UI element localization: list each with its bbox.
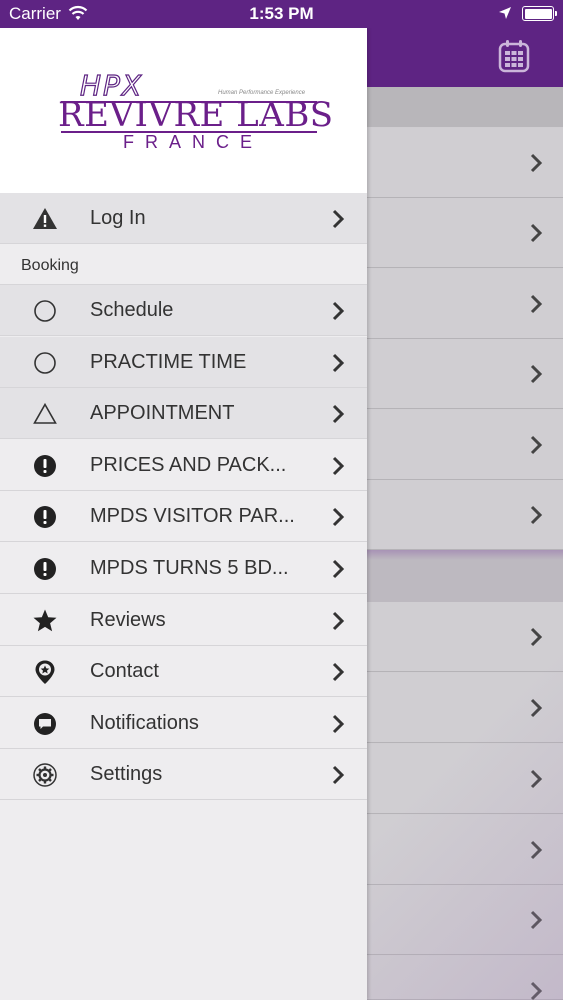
- gear-icon: [33, 763, 57, 787]
- menu-item-label: Notifications: [90, 712, 199, 734]
- chevron-right-icon: [332, 301, 345, 321]
- main-section-header: [367, 550, 563, 602]
- chevron-right-icon: [332, 714, 345, 734]
- menu-item-appointment[interactable]: APPOINTMENT: [0, 388, 367, 439]
- chevron-right-icon: [530, 698, 543, 718]
- chevron-right-icon: [332, 404, 345, 424]
- chevron-right-icon: [332, 209, 345, 229]
- menu-item-label: Log In: [90, 207, 146, 229]
- menu-item-label: Settings: [90, 763, 163, 785]
- chevron-right-icon: [530, 223, 543, 243]
- warning-triangle-icon: [33, 208, 57, 229]
- chevron-right-icon: [530, 627, 543, 647]
- exclamation-circle-icon: [34, 455, 56, 477]
- main-list-row[interactable]: [367, 885, 563, 955]
- chevron-right-icon: [332, 507, 345, 527]
- chevron-right-icon: [530, 840, 543, 860]
- chevron-right-icon: [530, 769, 543, 789]
- menu-item-mpds-visitor-party[interactable]: MPDS VISITOR PAR...: [0, 491, 367, 542]
- speech-bubble-icon: [34, 713, 56, 735]
- main-list-row[interactable]: [367, 744, 563, 814]
- menu-item-notifications[interactable]: Notifications: [0, 698, 367, 749]
- chevron-right-icon: [332, 765, 345, 785]
- main-list-row[interactable]: [367, 198, 563, 268]
- menu-item-label: APPOINTMENT: [90, 402, 235, 424]
- menu-item-mpds-turns-5[interactable]: MPDS TURNS 5 BD...: [0, 543, 367, 594]
- brand-logo: HPX Human Performance Experience REVIVRE…: [58, 71, 334, 157]
- menu-item-label: MPDS TURNS 5 BD...: [90, 557, 289, 579]
- calendar-icon[interactable]: [498, 39, 530, 73]
- menu-item-label: PRICES AND PACK...: [90, 454, 287, 476]
- chevron-right-icon: [530, 364, 543, 384]
- battery-full-icon: [522, 6, 557, 21]
- chevron-right-icon: [332, 662, 345, 682]
- main-list-row[interactable]: [367, 815, 563, 885]
- menu-item-reviews[interactable]: Reviews: [0, 595, 367, 646]
- chevron-right-icon: [332, 353, 345, 373]
- chevron-right-icon: [332, 559, 345, 579]
- main-list-row[interactable]: [367, 956, 563, 1000]
- main-list-row[interactable]: [367, 410, 563, 480]
- chevron-right-icon: [332, 611, 345, 631]
- menu-item-label: Reviews: [90, 609, 166, 631]
- logo-brand: REVIVRE LABS: [58, 95, 334, 135]
- menu-item-label: PRACTIME TIME: [90, 351, 247, 373]
- section-header-label: Booking: [21, 257, 79, 274]
- map-pin-star-icon: [35, 660, 55, 684]
- status-bar: Carrier 1:53 PM: [0, 0, 563, 28]
- menu-item-practime-time[interactable]: PRACTIME TIME: [0, 337, 367, 388]
- logo-header: HPX Human Performance Experience REVIVRE…: [0, 28, 367, 193]
- chevron-right-icon: [332, 456, 345, 476]
- circle-outline-icon: [34, 352, 56, 374]
- main-list-row[interactable]: [367, 339, 563, 409]
- main-list-row[interactable]: [367, 673, 563, 743]
- section-header-booking: Booking: [0, 244, 367, 285]
- triangle-outline-icon: [33, 402, 57, 424]
- menu-item-label: MPDS VISITOR PAR...: [90, 505, 295, 527]
- star-icon: [33, 609, 57, 632]
- chevron-right-icon: [530, 153, 543, 173]
- main-list-row[interactable]: [367, 128, 563, 198]
- menu-item-contact[interactable]: Contact: [0, 646, 367, 697]
- logo-country: FRANCE: [122, 132, 263, 152]
- clock: 1:53 PM: [249, 4, 314, 23]
- exclamation-circle-icon: [34, 558, 56, 580]
- main-section-header: [367, 87, 563, 127]
- menu-item-log-in[interactable]: Log In: [0, 193, 367, 244]
- exclamation-circle-icon: [34, 506, 56, 528]
- main-list-row[interactable]: [367, 480, 563, 550]
- side-drawer: HPX Human Performance Experience REVIVRE…: [0, 28, 367, 1000]
- circle-outline-icon: [34, 300, 56, 322]
- menu-item-settings[interactable]: Settings: [0, 749, 367, 800]
- menu-item-prices-and-packages[interactable]: PRICES AND PACK...: [0, 440, 367, 491]
- chevron-right-icon: [530, 981, 543, 1000]
- menu-item-label: Contact: [90, 660, 159, 682]
- main-list-row[interactable]: [367, 602, 563, 672]
- main-list-row[interactable]: [367, 269, 563, 339]
- chevron-right-icon: [530, 910, 543, 930]
- menu-item-label: Schedule: [90, 299, 174, 321]
- chevron-right-icon: [530, 435, 543, 455]
- menu-item-schedule[interactable]: Schedule: [0, 285, 367, 336]
- location-arrow-icon: [499, 7, 511, 19]
- chevron-right-icon: [530, 505, 543, 525]
- chevron-right-icon: [530, 294, 543, 314]
